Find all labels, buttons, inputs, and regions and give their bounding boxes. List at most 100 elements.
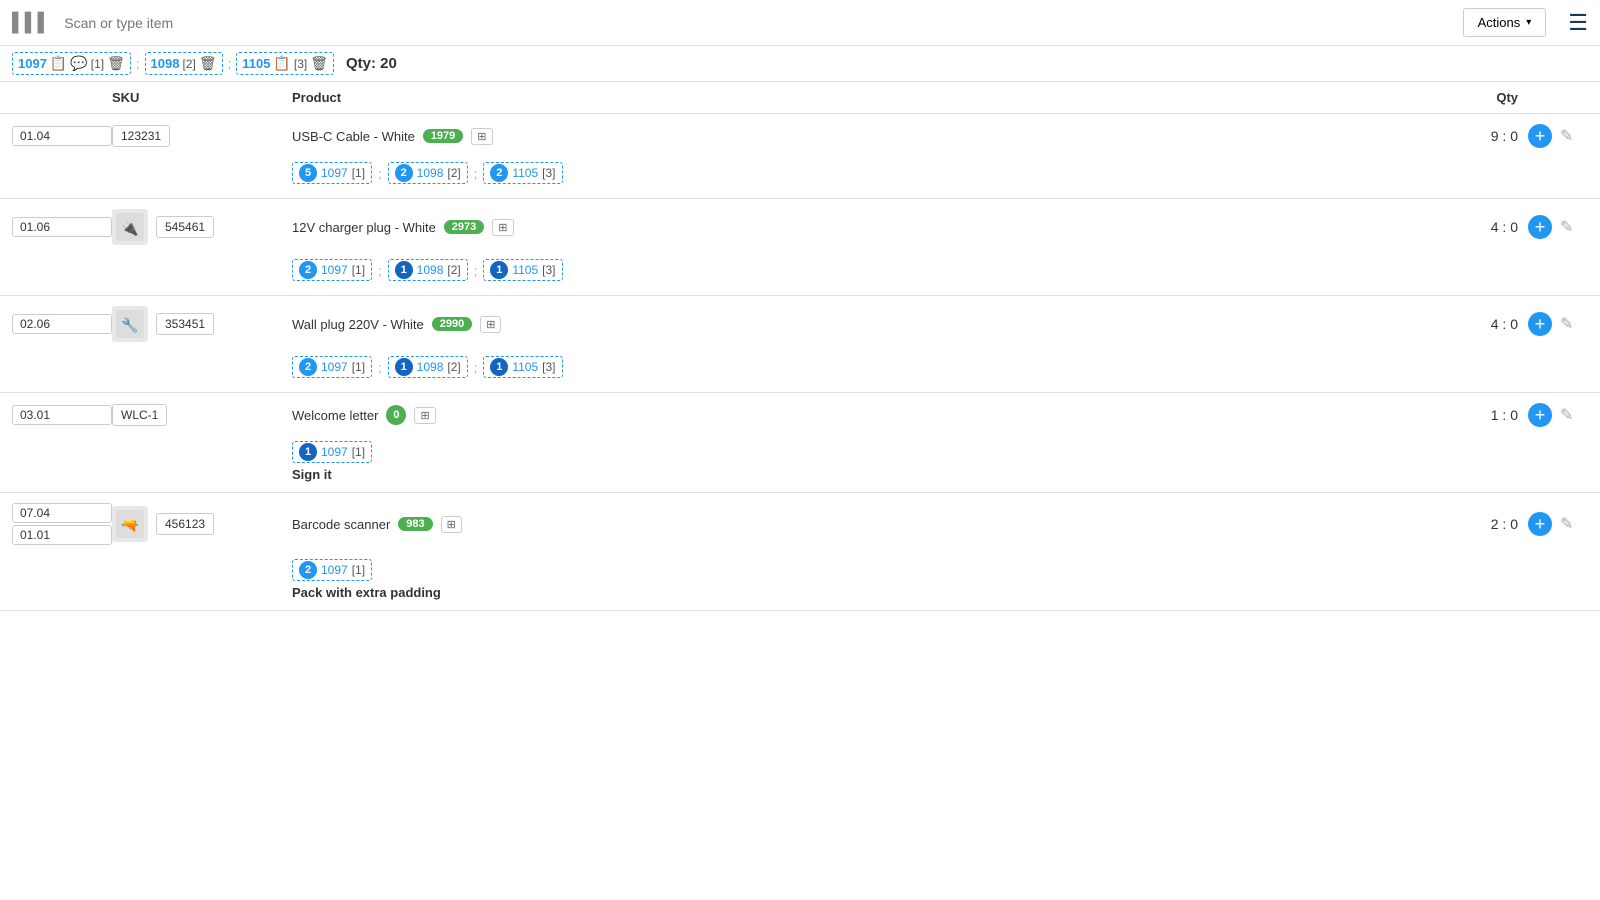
product-image: 🔧	[112, 306, 148, 342]
product-image: 🔌	[112, 209, 148, 245]
chip-number: 2	[299, 561, 317, 579]
sku-box: 123231	[112, 125, 170, 147]
action-cell: +✎	[1528, 312, 1588, 336]
chip-count: [1]	[352, 445, 365, 459]
location-cell: 01.06	[12, 217, 112, 237]
tab-1097[interactable]: 1097 📋 💬 [1] 🗑	[12, 52, 131, 75]
tag-chip[interactable]: 11097[1]	[292, 441, 372, 463]
info-icon[interactable]: ⊞	[441, 516, 462, 533]
copy-icon-1105[interactable]: 📋	[273, 55, 290, 72]
hamburger-icon[interactable]: ☰	[1568, 10, 1588, 36]
col-product: Product	[292, 90, 1408, 105]
edit-button[interactable]: ✎	[1560, 405, 1573, 425]
tag-chip[interactable]: 11098[2]	[388, 356, 468, 378]
chip-number: 2	[490, 164, 508, 182]
action-cell: +✎	[1528, 215, 1588, 239]
info-icon[interactable]: ⊞	[492, 219, 513, 236]
info-icon[interactable]: ⊞	[480, 316, 501, 333]
tag-chip[interactable]: 21097[1]	[292, 356, 372, 378]
delete-icon-1105[interactable]: 🗑	[310, 55, 328, 72]
tab-1098-link[interactable]: 1098	[151, 56, 180, 71]
table-header: SKU Product Qty	[0, 82, 1600, 114]
tag-chip[interactable]: 21097[1]	[292, 259, 372, 281]
svg-text:🔧: 🔧	[121, 316, 138, 334]
delete-icon-1098[interactable]: 🗑	[199, 55, 217, 72]
tag-chip[interactable]: 21097[1]	[292, 559, 372, 581]
chip-number: 1	[490, 261, 508, 279]
table-row: 01.06🔌54546112V charger plug - White2973…	[0, 199, 1600, 296]
location-box: 02.06	[12, 314, 112, 334]
qty-label: Qty: 20	[346, 55, 397, 72]
location-cell: 07.0401.01	[12, 503, 112, 545]
table-row: 03.01WLC-1Welcome letter0⊞1 : 0+✎11097[1…	[0, 393, 1600, 493]
action-cell: +✎	[1528, 512, 1588, 536]
tag-chips: 11097[1]	[292, 441, 1588, 463]
row-main: 03.01WLC-1Welcome letter0⊞1 : 0+✎	[0, 393, 1600, 437]
row-main: 01.04123231USB-C Cable - White1979⊞9 : 0…	[0, 114, 1600, 158]
chip-count: [1]	[352, 563, 365, 577]
comment-icon[interactable]: 💬	[70, 55, 87, 72]
chip-id: 1098	[417, 263, 444, 277]
chip-count: [2]	[447, 263, 460, 277]
chevron-down-icon: ▾	[1526, 17, 1531, 28]
location-box: 03.01	[12, 405, 112, 425]
tag-chip[interactable]: 11105[3]	[483, 356, 562, 378]
add-button[interactable]: +	[1528, 215, 1552, 239]
tab-1097-link[interactable]: 1097	[18, 56, 47, 71]
chip-number: 5	[299, 164, 317, 182]
product-image: 🔫	[112, 506, 148, 542]
tag-chip[interactable]: 21098[2]	[388, 162, 468, 184]
chip-number: 1	[299, 443, 317, 461]
add-button[interactable]: +	[1528, 512, 1552, 536]
chip-count: [1]	[352, 360, 365, 374]
chip-count: [3]	[542, 166, 555, 180]
tab-1105[interactable]: 1105 📋 [3] 🗑	[236, 52, 334, 75]
action-cell: +✎	[1528, 403, 1588, 427]
copy-icon[interactable]: 📋	[50, 55, 67, 72]
col-qty: Qty	[1408, 90, 1528, 105]
img-sku-cell: 123231	[112, 125, 292, 147]
action-cell: +✎	[1528, 124, 1588, 148]
edit-button[interactable]: ✎	[1560, 126, 1573, 146]
chip-id: 1097	[321, 263, 348, 277]
tag-chip[interactable]: 11105[3]	[483, 259, 562, 281]
edit-button[interactable]: ✎	[1560, 514, 1573, 534]
row-sub: 51097[1];21098[2];21105[3]	[0, 158, 1600, 198]
add-button[interactable]: +	[1528, 403, 1552, 427]
tag-chips: 21097[1];11098[2];11105[3]	[292, 259, 1588, 281]
tag-chip[interactable]: 51097[1]	[292, 162, 372, 184]
chip-count: [2]	[447, 360, 460, 374]
tab-bar: 1097 📋 💬 [1] 🗑 ; 1098 [2] 🗑 ; 1105 📋 [3]…	[0, 46, 1600, 82]
tab-1105-link[interactable]: 1105	[242, 56, 270, 71]
actions-button[interactable]: Actions ▾	[1463, 8, 1547, 37]
chip-number: 1	[490, 358, 508, 376]
note-text: Sign it	[292, 467, 1588, 482]
add-button[interactable]: +	[1528, 124, 1552, 148]
chip-id: 1097	[321, 166, 348, 180]
chip-id: 1098	[417, 360, 444, 374]
add-button[interactable]: +	[1528, 312, 1552, 336]
chip-id: 1105	[512, 263, 538, 277]
scan-input[interactable]	[64, 15, 1452, 31]
qty-cell: 1 : 0	[1408, 407, 1528, 423]
qty-cell: 2 : 0	[1408, 516, 1528, 532]
stock-badge: 2990	[432, 317, 472, 331]
row-main: 02.06🔧353451Wall plug 220V - White2990⊞4…	[0, 296, 1600, 352]
location-box: 07.04	[12, 503, 112, 523]
row-sub: 21097[1]Pack with extra padding	[0, 555, 1600, 610]
qty-cell: 4 : 0	[1408, 316, 1528, 332]
location-box: 01.01	[12, 525, 112, 545]
edit-button[interactable]: ✎	[1560, 217, 1573, 237]
edit-button[interactable]: ✎	[1560, 314, 1573, 334]
tab-1098[interactable]: 1098 [2] 🗑	[145, 52, 223, 75]
table-row: 01.04123231USB-C Cable - White1979⊞9 : 0…	[0, 114, 1600, 199]
row-main: 01.06🔌54546112V charger plug - White2973…	[0, 199, 1600, 255]
chip-number: 2	[395, 164, 413, 182]
delete-icon[interactable]: 🗑	[107, 55, 125, 72]
tag-chip[interactable]: 21105[3]	[483, 162, 562, 184]
tag-chip[interactable]: 11098[2]	[388, 259, 468, 281]
info-icon[interactable]: ⊞	[414, 407, 435, 424]
tag-chips: 51097[1];21098[2];21105[3]	[292, 162, 1588, 184]
info-icon[interactable]: ⊞	[471, 128, 492, 145]
img-sku-cell: 🔌545461	[112, 209, 292, 245]
